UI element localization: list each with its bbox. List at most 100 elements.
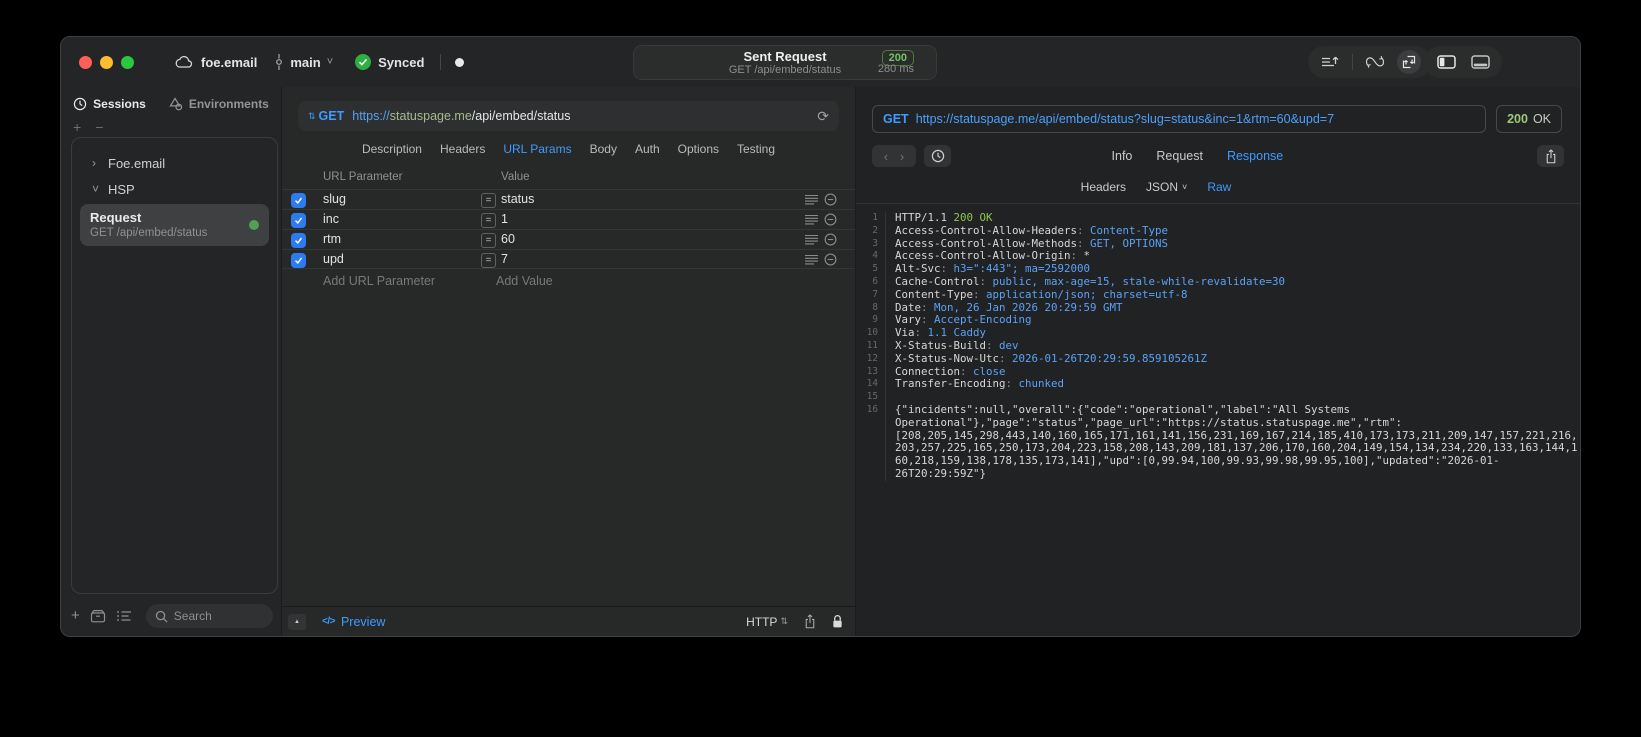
param-operator[interactable]: =	[481, 212, 496, 228]
tab-auth[interactable]: Auth	[635, 142, 660, 156]
search-box[interactable]	[145, 604, 273, 628]
tab-options[interactable]: Options	[678, 142, 719, 156]
url-scheme: https://	[352, 109, 390, 123]
param-value[interactable]: status	[501, 192, 534, 206]
param-row[interactable]: slug = status	[282, 189, 855, 209]
back-button[interactable]: ‹	[884, 149, 888, 164]
param-name[interactable]: rtm	[323, 232, 341, 246]
tab-request[interactable]: Request	[1156, 149, 1203, 163]
param-options-icon[interactable]	[805, 214, 818, 225]
sent-url-box[interactable]: GET https://statuspage.me/api/embed/stat…	[872, 105, 1487, 133]
view-tab-raw[interactable]: Raw	[1207, 180, 1231, 194]
export-response-button[interactable]	[1537, 145, 1564, 167]
sync-status[interactable]: Synced	[355, 54, 424, 70]
toggle-sidebar-button[interactable]	[1434, 50, 1458, 74]
search-input[interactable]	[173, 609, 264, 623]
param-row[interactable]: upd = 7	[282, 249, 855, 269]
protocol-selector[interactable]: HTTP ⇅	[746, 615, 788, 629]
param-row[interactable]: inc = 1	[282, 209, 855, 229]
view-tab-json-label: JSON	[1146, 180, 1179, 194]
add-item-button[interactable]: +	[71, 608, 80, 623]
branch-icon	[275, 54, 283, 70]
sent-request-pill[interactable]: Sent Request GET /api/embed/status 200 2…	[633, 45, 937, 80]
add-param-value-placeholder[interactable]: Add Value	[496, 274, 553, 288]
minimize-window-button[interactable]	[100, 55, 113, 69]
param-value[interactable]: 7	[501, 252, 508, 266]
response-line: 16 {"incidents":null,"overall":{"code":"o…	[856, 402, 1580, 481]
tab-url-params[interactable]: URL Params	[503, 142, 571, 156]
export-lines-button[interactable]	[1318, 50, 1342, 74]
up-down-caret-icon: ⇅	[780, 616, 788, 626]
sidebar-item-request[interactable]: Request GET /api/embed/status	[80, 204, 269, 246]
sync-loop-button[interactable]	[1363, 50, 1387, 74]
tab-body[interactable]: Body	[590, 142, 617, 156]
request-url-bar[interactable]: ⇅ GET https://statuspage.me/api/embed/st…	[298, 101, 839, 131]
archive-box-button[interactable]	[90, 609, 106, 623]
add-session-button[interactable]: +	[73, 120, 81, 134]
param-name[interactable]: inc	[323, 212, 339, 226]
view-tab-headers-label: Headers	[1080, 180, 1127, 194]
sidebar-footer: +	[61, 600, 281, 636]
remove-session-button[interactable]: −	[95, 120, 103, 134]
remove-param-icon[interactable]	[824, 253, 837, 266]
request-method[interactable]: GET	[319, 109, 345, 123]
param-operator[interactable]: =	[481, 192, 496, 208]
param-checkbox[interactable]	[291, 212, 306, 228]
toggle-bottom-panel-button[interactable]	[1468, 50, 1492, 74]
branch-menu[interactable]: main ˅	[275, 54, 333, 70]
remove-param-icon[interactable]	[824, 233, 837, 246]
tab-sessions[interactable]: Sessions	[73, 97, 146, 111]
tab-headers[interactable]: Headers	[440, 142, 485, 156]
import-export-icon	[1401, 54, 1417, 70]
collapse-panel-button[interactable]: ▲	[288, 613, 306, 630]
close-window-button[interactable]	[79, 55, 92, 69]
tab-environments-label: Environments	[188, 97, 269, 111]
param-checkbox[interactable]	[291, 252, 306, 268]
import-export-button[interactable]	[1397, 50, 1421, 74]
param-name[interactable]: slug	[323, 192, 346, 206]
param-operator[interactable]: =	[481, 252, 496, 268]
project-name: foe.email	[201, 54, 258, 70]
tab-info[interactable]: Info	[1112, 149, 1133, 163]
tab-description[interactable]: Description	[362, 142, 422, 156]
lock-icon[interactable]	[832, 614, 843, 629]
remove-param-icon[interactable]	[824, 213, 837, 226]
chevron-right-icon: ›	[92, 156, 96, 170]
param-operator[interactable]: =	[481, 232, 496, 248]
tab-response[interactable]: Response	[1227, 149, 1283, 163]
project-menu[interactable]: foe.email	[174, 55, 257, 70]
param-checkbox[interactable]	[291, 232, 306, 248]
line-text: {"incidents":null,"overall":{"code":"ope…	[895, 402, 1578, 480]
sessions-tree: › Foe.email ˅ HSP Request GET /api/embed…	[71, 137, 278, 594]
list-view-button[interactable]	[116, 610, 132, 622]
tree-group-foe-email[interactable]: › Foe.email	[72, 150, 277, 176]
tree-group-hsp[interactable]: ˅ HSP	[72, 176, 277, 202]
param-checkbox[interactable]	[291, 192, 306, 208]
tab-environments[interactable]: Environments	[168, 97, 269, 111]
response-raw-view[interactable]: 1 HTTP/1.1 200 OK 2 Access-Control-Allow-He…	[856, 204, 1580, 636]
add-param-name-placeholder[interactable]: Add URL Parameter	[323, 274, 435, 288]
resend-request-icon[interactable]: ⟳	[817, 108, 829, 125]
request-url[interactable]: https://statuspage.me/api/embed/status	[352, 109, 570, 123]
zoom-window-button[interactable]	[121, 55, 134, 69]
view-tab-headers[interactable]: Headers	[1081, 180, 1126, 194]
history-button[interactable]	[924, 145, 951, 167]
param-value[interactable]: 60	[501, 232, 515, 246]
preview-button[interactable]: </> Preview	[322, 615, 385, 629]
session-indicator-dot[interactable]	[455, 57, 465, 67]
forward-button[interactable]: ›	[900, 149, 904, 164]
param-name[interactable]: upd	[323, 252, 344, 266]
tab-testing[interactable]: Testing	[737, 142, 775, 156]
param-value[interactable]: 1	[501, 212, 508, 226]
param-row[interactable]: rtm = 60	[282, 229, 855, 249]
response-url: https://statuspage.me/api/embed/status?s…	[915, 112, 1335, 126]
share-button[interactable]	[804, 614, 816, 629]
sync-loop-icon	[1365, 55, 1385, 69]
add-param-row[interactable]: Add URL Parameter Add Value	[282, 269, 855, 293]
line-number: 12	[856, 352, 886, 366]
param-options-icon[interactable]	[805, 234, 818, 245]
sidebar-layout-icon	[1436, 55, 1456, 69]
view-tab-json[interactable]: JSON ˅	[1146, 180, 1187, 194]
param-options-icon[interactable]	[805, 254, 818, 265]
sent-request-subtitle: GET /api/embed/status	[728, 63, 842, 76]
